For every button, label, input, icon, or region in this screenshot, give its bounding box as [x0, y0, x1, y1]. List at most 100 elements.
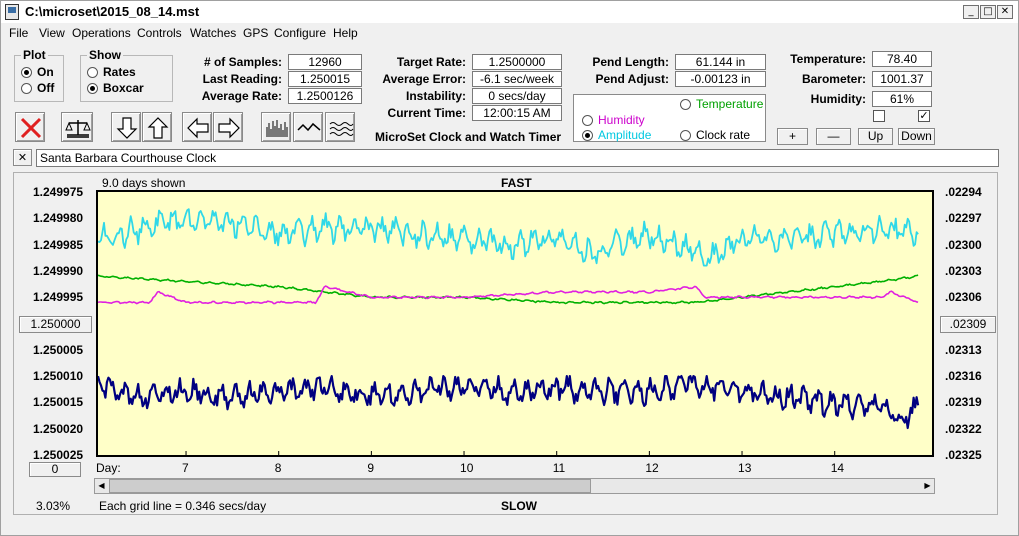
scroll-left-icon[interactable]: ◀	[95, 479, 108, 493]
overlay-select-box: Temperature Humidity Amplitude Clock rat…	[573, 94, 766, 142]
temperature-radio[interactable]: Temperature	[680, 97, 763, 111]
menu-configure[interactable]: Configure	[274, 26, 326, 40]
percent-label: 3.03%	[36, 499, 71, 513]
radio-empty-icon	[21, 83, 32, 94]
app-icon[interactable]	[5, 4, 19, 20]
histogram-icon	[266, 120, 288, 137]
day-axis-label: Day:	[96, 461, 121, 475]
clock-rate-radio[interactable]: Clock rate	[680, 128, 750, 142]
temperature-option-label: Temperature	[696, 97, 764, 111]
left-tick-label: 1.250010	[33, 369, 84, 384]
menu-view[interactable]: View	[39, 26, 65, 40]
x-tick-label: 13	[738, 461, 752, 475]
average-error-label: Average Error:	[382, 72, 466, 86]
samples-label: # of Samples:	[203, 55, 282, 69]
title-bar: C:\microset\2015_08_14.mst _ □ ✕	[1, 1, 1018, 23]
right-tick-label: .02316	[945, 369, 982, 384]
x-tick-label: 9	[367, 461, 375, 475]
temperature-label: Temperature:	[790, 52, 866, 66]
app-caption: MicroSet Clock and Watch Timer	[375, 130, 562, 144]
left-tick-label: 1.249995	[33, 290, 84, 305]
show-group-title: Show	[87, 48, 123, 62]
scroll-thumb[interactable]	[109, 479, 591, 493]
right-tick-label: .02294	[945, 185, 982, 199]
pend-adjust-label: Pend Adjust:	[595, 72, 669, 86]
target-rate-label: Target Rate:	[396, 55, 466, 69]
arrow-right-icon	[218, 117, 240, 139]
left-tick-label: 1.249985	[33, 237, 84, 252]
checkmark-icon: ✓	[919, 109, 929, 122]
bars-view-button[interactable]	[261, 112, 291, 142]
left-tick-label: 1.250015	[33, 395, 84, 410]
x-tick-label: 10	[460, 461, 474, 475]
red-x-icon	[20, 117, 42, 139]
arrow-left-icon	[187, 117, 209, 139]
average-rate-value: 1.2500126	[288, 88, 362, 104]
x-tick-label: 7	[182, 461, 189, 475]
center-rate-button[interactable]: 1.250000	[19, 316, 92, 333]
clock-name-close-button[interactable]: ✕	[13, 149, 32, 166]
x-tick-label: 8	[274, 461, 282, 475]
balance-button[interactable]	[61, 112, 93, 142]
time-scrollbar[interactable]: ◀ ▶	[94, 478, 935, 494]
close-window-button[interactable]: ✕	[997, 5, 1013, 19]
radio-selected-icon	[582, 130, 593, 141]
show-boxcar-radio[interactable]: Boxcar	[87, 81, 144, 95]
menu-help[interactable]: Help	[333, 26, 358, 40]
x-tick-label: 14	[830, 461, 845, 475]
last-reading-label: Last Reading:	[202, 72, 282, 86]
right-tick-label: .02306	[945, 290, 982, 305]
grid-note: Each grid line = 0.346 secs/day	[99, 499, 267, 513]
center-amplitude-button[interactable]: .02309	[940, 316, 996, 333]
target-rate-value: 1.2500000	[472, 54, 562, 70]
arrow-down-button[interactable]	[111, 112, 141, 142]
line-view-button[interactable]	[293, 112, 323, 142]
menu-operations[interactable]: Operations	[72, 26, 131, 40]
radio-empty-icon	[680, 130, 691, 141]
plot-off-radio[interactable]: Off	[21, 81, 54, 95]
plot-on-radio[interactable]: On	[21, 65, 54, 79]
right-tick-label: .02303	[945, 263, 982, 278]
series-temperature	[98, 274, 919, 305]
window-title: C:\microset\2015_08_14.mst	[25, 4, 200, 19]
scale-up-button[interactable]: Up	[858, 128, 893, 145]
clock-name-input[interactable]: Santa Barbara Courthouse Clock	[36, 149, 999, 167]
arrow-up-button[interactable]	[142, 112, 172, 142]
checkbox-2[interactable]: ✓	[918, 110, 930, 122]
right-tick-label: .02322	[945, 421, 982, 436]
menu-gps[interactable]: GPS	[243, 26, 268, 40]
minimize-button[interactable]: _	[963, 5, 979, 19]
multi-line-view-button[interactable]	[325, 112, 355, 142]
zero-button[interactable]: 0	[29, 462, 81, 477]
fast-label: FAST	[501, 176, 532, 190]
show-boxcar-label: Boxcar	[103, 81, 144, 95]
radio-empty-icon	[680, 99, 691, 110]
left-tick-label: 1.249975	[33, 185, 84, 199]
maximize-button[interactable]: □	[980, 5, 996, 19]
menu-controls[interactable]: Controls	[137, 26, 182, 40]
clear-button[interactable]	[15, 112, 45, 142]
checkbox-1[interactable]	[873, 110, 885, 122]
scale-minus-button[interactable]: —	[816, 128, 851, 145]
barometer-label: Barometer:	[801, 72, 866, 86]
plot-area[interactable]	[96, 190, 934, 457]
series-amplitude	[98, 208, 919, 267]
scroll-right-icon[interactable]: ▶	[921, 479, 934, 493]
scale-plus-button[interactable]: +	[777, 128, 808, 145]
chart-svg	[98, 208, 920, 455]
humidity-radio[interactable]: Humidity	[582, 113, 645, 127]
slow-label: SLOW	[501, 499, 537, 513]
menu-file[interactable]: File	[9, 26, 28, 40]
amplitude-radio[interactable]: Amplitude	[582, 128, 651, 142]
right-tick-label: .02319	[945, 395, 982, 410]
show-rates-radio[interactable]: Rates	[87, 65, 136, 79]
arrow-left-button[interactable]	[182, 112, 212, 142]
scale-down-button[interactable]: Down	[898, 128, 935, 145]
left-tick-label: 1.249980	[33, 211, 84, 226]
menu-bar: File View Operations Controls Watches GP…	[1, 23, 1018, 43]
arrow-right-button[interactable]	[213, 112, 243, 142]
menu-watches[interactable]: Watches	[190, 26, 236, 40]
average-error-value: -6.1 sec/week	[472, 71, 562, 87]
humidity-value: 61%	[872, 91, 932, 107]
x-tick-label: 11	[552, 461, 566, 475]
